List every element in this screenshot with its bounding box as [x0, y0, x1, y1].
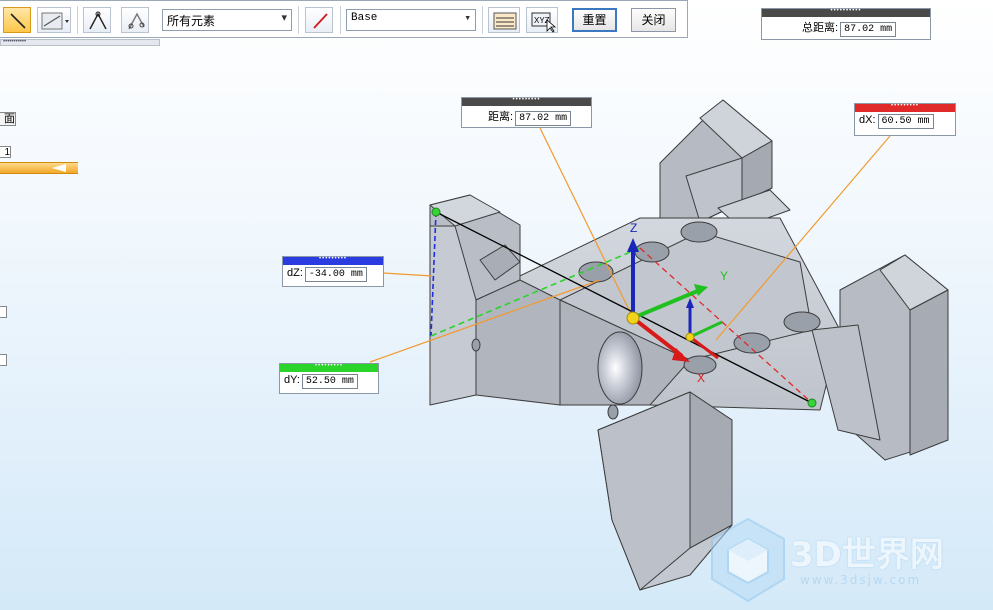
distance-value[interactable]: 87.02 mm [515, 111, 572, 126]
dy-value[interactable]: 52.50 mm [301, 374, 358, 389]
z-axis-label: Z [630, 221, 637, 235]
dx-box[interactable]: ••••••••• dX: 60.50 mm [854, 103, 956, 136]
y-axis-label: Y [720, 269, 728, 283]
watermark: 3D世界网 www.3dsjw.com [708, 515, 978, 605]
x-axis-label: X [697, 371, 705, 385]
dz-header[interactable]: ••••••••• [283, 256, 383, 265]
dx-label: dX: [859, 114, 876, 126]
watermark-url: www.3dsjw.com [800, 573, 922, 587]
total-distance-box[interactable]: •••••••••• 总距离: 87.02 mm [761, 8, 931, 40]
dz-label: dZ: [287, 267, 303, 279]
dx-header[interactable]: ••••••••• [855, 103, 955, 112]
distance-label: 距离: [488, 111, 514, 123]
total-distance-header[interactable]: •••••••••• [762, 8, 930, 17]
dz-value[interactable]: -34.00 mm [304, 267, 367, 282]
total-distance-value[interactable]: 87.02 mm [840, 22, 897, 37]
distance-box[interactable]: ••••••••• 距离: 87.02 mm [461, 97, 592, 128]
dy-box[interactable]: ••••••••• dY: 52.50 mm [279, 363, 379, 394]
total-distance-label: 总距离: [802, 22, 839, 34]
measure-end-point[interactable] [807, 398, 817, 408]
dz-box[interactable]: ••••••••• dZ: -34.00 mm [282, 256, 384, 287]
dx-value[interactable]: 60.50 mm [877, 114, 934, 129]
watermark-brand: 3D世界网 [790, 535, 944, 575]
cube-logo-icon [711, 517, 785, 603]
distance-header[interactable]: ••••••••• [462, 97, 591, 106]
dy-header[interactable]: ••••••••• [280, 363, 378, 372]
dy-label: dY: [284, 374, 300, 386]
measure-start-point[interactable] [431, 207, 441, 217]
